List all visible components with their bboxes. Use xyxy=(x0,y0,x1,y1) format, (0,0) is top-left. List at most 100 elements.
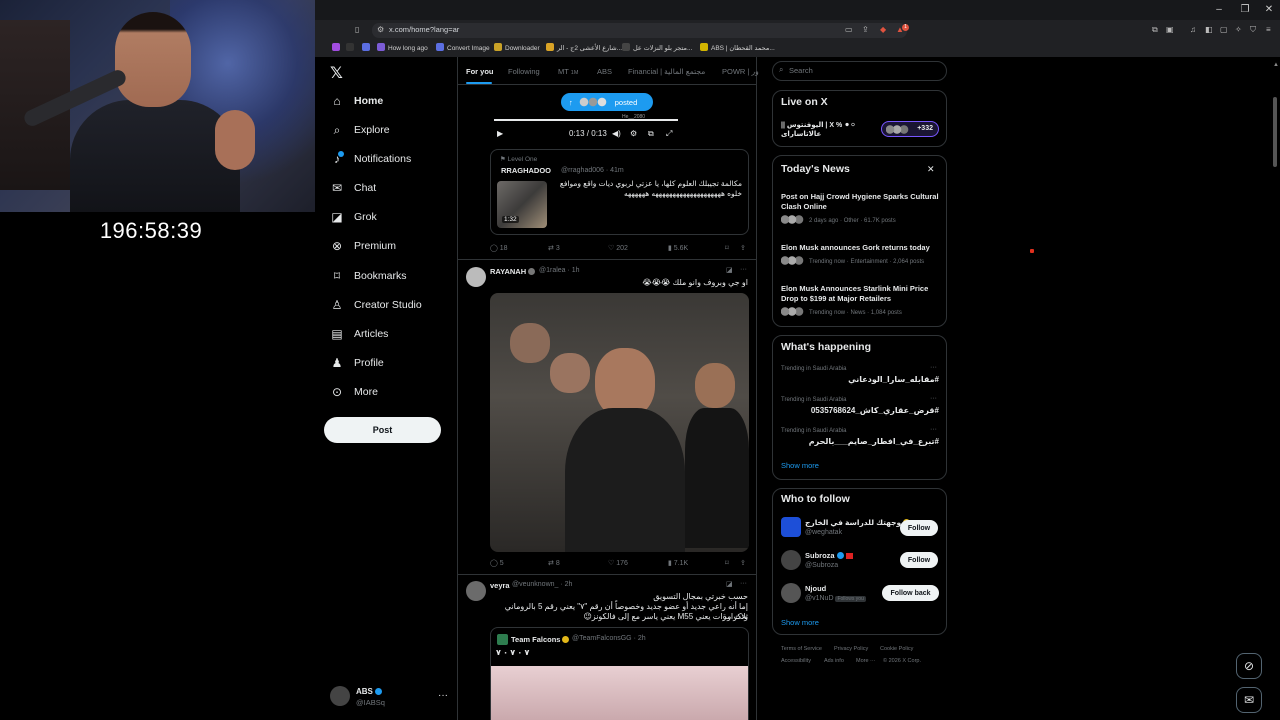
minimize-icon[interactable]: – xyxy=(1212,4,1226,16)
sidebar-item-creator-studio[interactable]: ♙ Creator Studio xyxy=(330,294,422,316)
bookmark-favicon-s[interactable] xyxy=(332,43,343,52)
tab-abs[interactable]: ABS xyxy=(597,67,612,76)
account-avatar[interactable] xyxy=(330,686,350,706)
sidebar-item-home[interactable]: ⌂ Home xyxy=(330,90,383,112)
bookmark-post-icon[interactable]: ⌑ xyxy=(725,559,729,567)
quote-author-name[interactable]: Team Falcons xyxy=(511,635,570,644)
trend-more-icon[interactable]: ··· xyxy=(930,395,937,402)
footer-link-accessibility[interactable]: Accessibility xyxy=(781,658,811,664)
tab-for-you[interactable]: For you xyxy=(466,67,494,76)
avatar[interactable] xyxy=(781,583,801,603)
play-icon[interactable]: ▶ xyxy=(497,129,503,138)
bookmark-item[interactable]: متجر بلو النزلات عل... xyxy=(622,43,692,52)
quote-image[interactable] xyxy=(491,666,748,720)
trend-more-icon[interactable]: ··· xyxy=(930,426,937,433)
avatar[interactable] xyxy=(466,581,486,601)
bookmark-item[interactable]: How long ago xyxy=(377,43,428,52)
footer-link-ads[interactable]: Ads info xyxy=(824,658,844,664)
like-button[interactable]: ♡ 176 xyxy=(608,559,628,567)
bookmark-favicon-c[interactable] xyxy=(346,43,357,52)
grok-analyze-icon[interactable]: ◪ xyxy=(726,266,733,274)
tab-manager-icon[interactable]: ▣ xyxy=(1166,25,1174,34)
messages-float-icon[interactable]: ✉ xyxy=(1236,687,1262,713)
suggested-user-name[interactable]: وجهتك للدراسة في الخارج xyxy=(805,518,911,527)
sidebar-item-premium[interactable]: ⊗ Premium xyxy=(330,235,396,257)
bookmark-item[interactable]: ABS | محمد القحطان... xyxy=(700,43,775,52)
share-post-icon[interactable]: ⇪ xyxy=(740,559,746,567)
sidebar-item-chat[interactable]: ✉ Chat xyxy=(330,177,376,199)
close-icon[interactable]: ✕ xyxy=(927,164,935,175)
views-button[interactable]: ▮ 5.6K xyxy=(668,244,688,252)
x-logo-icon[interactable]: 𝕏 xyxy=(330,63,343,83)
tab-powr[interactable]: POWR | ور xyxy=(722,67,759,76)
news-item-title[interactable]: Elon Musk Announces Starlink Mini Price … xyxy=(781,284,943,304)
leo-icon[interactable]: ✧ xyxy=(1235,25,1242,34)
post-author-name[interactable]: veyra xyxy=(490,581,510,590)
wallet-icon[interactable]: ▢ xyxy=(1220,25,1228,34)
volume-icon[interactable]: ◀) xyxy=(612,129,621,138)
fullscreen-icon[interactable]: ⤢ xyxy=(666,129,672,139)
post-more-icon[interactable]: ··· xyxy=(740,580,747,587)
trend-tag[interactable]: #تبرع_في_افطار_صايم___بالحرم xyxy=(781,437,939,446)
sidebar-item-grok[interactable]: ◪ Grok xyxy=(330,206,376,228)
reply-button[interactable]: ◯ 18 xyxy=(490,244,508,252)
post-button[interactable]: Post xyxy=(324,417,441,443)
sidebar-item-bookmarks[interactable]: ⌑ Bookmarks xyxy=(330,265,407,287)
follow-button[interactable]: Follow xyxy=(900,520,938,536)
new-posts-pill[interactable]: ↑ posted xyxy=(561,93,653,111)
live-listeners[interactable]: +332 xyxy=(881,121,939,137)
menu-icon[interactable]: ≡ xyxy=(1266,25,1271,34)
suggested-user-name[interactable]: Njoud xyxy=(805,584,826,593)
sidebar-item-profile[interactable]: ♟ Profile xyxy=(330,352,384,374)
show-more-link[interactable]: Show more xyxy=(781,461,819,470)
suggested-user-name[interactable]: Subroza xyxy=(805,551,853,560)
post-video[interactable] xyxy=(490,293,749,552)
site-settings-icon[interactable]: ⚙ xyxy=(377,25,384,34)
tab-following[interactable]: Following xyxy=(508,67,540,76)
footer-link-privacy[interactable]: Privacy Policy xyxy=(834,646,868,652)
sidebar-item-more[interactable]: ⊙ More xyxy=(330,381,378,403)
avatar[interactable] xyxy=(781,550,801,570)
footer-link-cookie[interactable]: Cookie Policy xyxy=(880,646,913,652)
sidebar-item-explore[interactable]: ⌕ Explore xyxy=(330,119,390,141)
show-more-link[interactable]: Show more xyxy=(781,618,819,627)
scrollbar[interactable] xyxy=(1273,97,1277,167)
avatar[interactable] xyxy=(466,267,486,287)
footer-link-terms[interactable]: Terms of Service xyxy=(781,646,822,652)
trend-tag[interactable]: #قرض_عقاري_كاش_0535768624 xyxy=(781,406,939,415)
install-app-icon[interactable]: ▭ xyxy=(845,25,853,34)
views-button[interactable]: ▮ 7.1K xyxy=(668,559,688,567)
footer-link-more[interactable]: More ··· xyxy=(856,658,876,664)
news-item-title[interactable]: Post on Hajj Crowd Hygiene Sparks Cultur… xyxy=(781,192,943,212)
follow-button[interactable]: Follow xyxy=(900,552,938,568)
bookmark-item[interactable]: Convert Image xyxy=(436,43,490,52)
bookmark-post-icon[interactable]: ⌑ xyxy=(725,244,729,252)
bookmark-star-icon[interactable]: ▯ xyxy=(355,25,359,34)
post-more-icon[interactable]: ··· xyxy=(740,266,747,273)
close-window-icon[interactable]: ✕ xyxy=(1262,4,1276,16)
url-text[interactable]: x.com/home?lang=ar xyxy=(389,25,459,34)
share-icon[interactable]: ⇪ xyxy=(862,25,869,34)
news-item-title[interactable]: Elon Musk announces Gork returns today xyxy=(781,243,943,253)
sidebar-item-articles[interactable]: ▤ Articles xyxy=(330,323,388,345)
repost-button[interactable]: ⇄ 3 xyxy=(548,244,560,252)
grok-float-icon[interactable]: ⊘ xyxy=(1236,653,1262,679)
bookmark-favicon-e[interactable] xyxy=(362,43,373,52)
repost-button[interactable]: ⇄ 8 xyxy=(548,559,560,567)
pip-icon[interactable]: ⧉ xyxy=(648,129,654,139)
media-icon[interactable]: ♫ xyxy=(1190,25,1196,34)
grok-analyze-icon[interactable]: ◪ xyxy=(726,580,733,588)
scroll-up-icon[interactable]: ▲ xyxy=(1273,62,1279,68)
live-stream-title[interactable]: ⚪⚫ % X | اليوفنتوس || عالاتاسارای xyxy=(781,121,876,139)
sidebar-toggle-icon[interactable]: ◧ xyxy=(1205,25,1213,34)
tab-mt[interactable]: MT 1M xyxy=(558,67,578,76)
tab-financial[interactable]: Financial | مجتمع المالية xyxy=(628,67,705,76)
account-name[interactable]: ABS xyxy=(356,687,382,696)
settings-icon[interactable]: ⚙ xyxy=(630,129,637,138)
bookmark-item[interactable]: Downloader xyxy=(494,43,540,52)
bookmark-item[interactable]: شارع الأعشى 2ج - الر... xyxy=(546,43,622,52)
vpn-shield-icon[interactable]: ⛉ xyxy=(1250,25,1256,35)
extensions-icon[interactable]: ⧉ xyxy=(1152,25,1158,35)
follow-back-button[interactable]: Follow back xyxy=(882,585,939,601)
like-button[interactable]: ♡ 202 xyxy=(608,244,628,252)
